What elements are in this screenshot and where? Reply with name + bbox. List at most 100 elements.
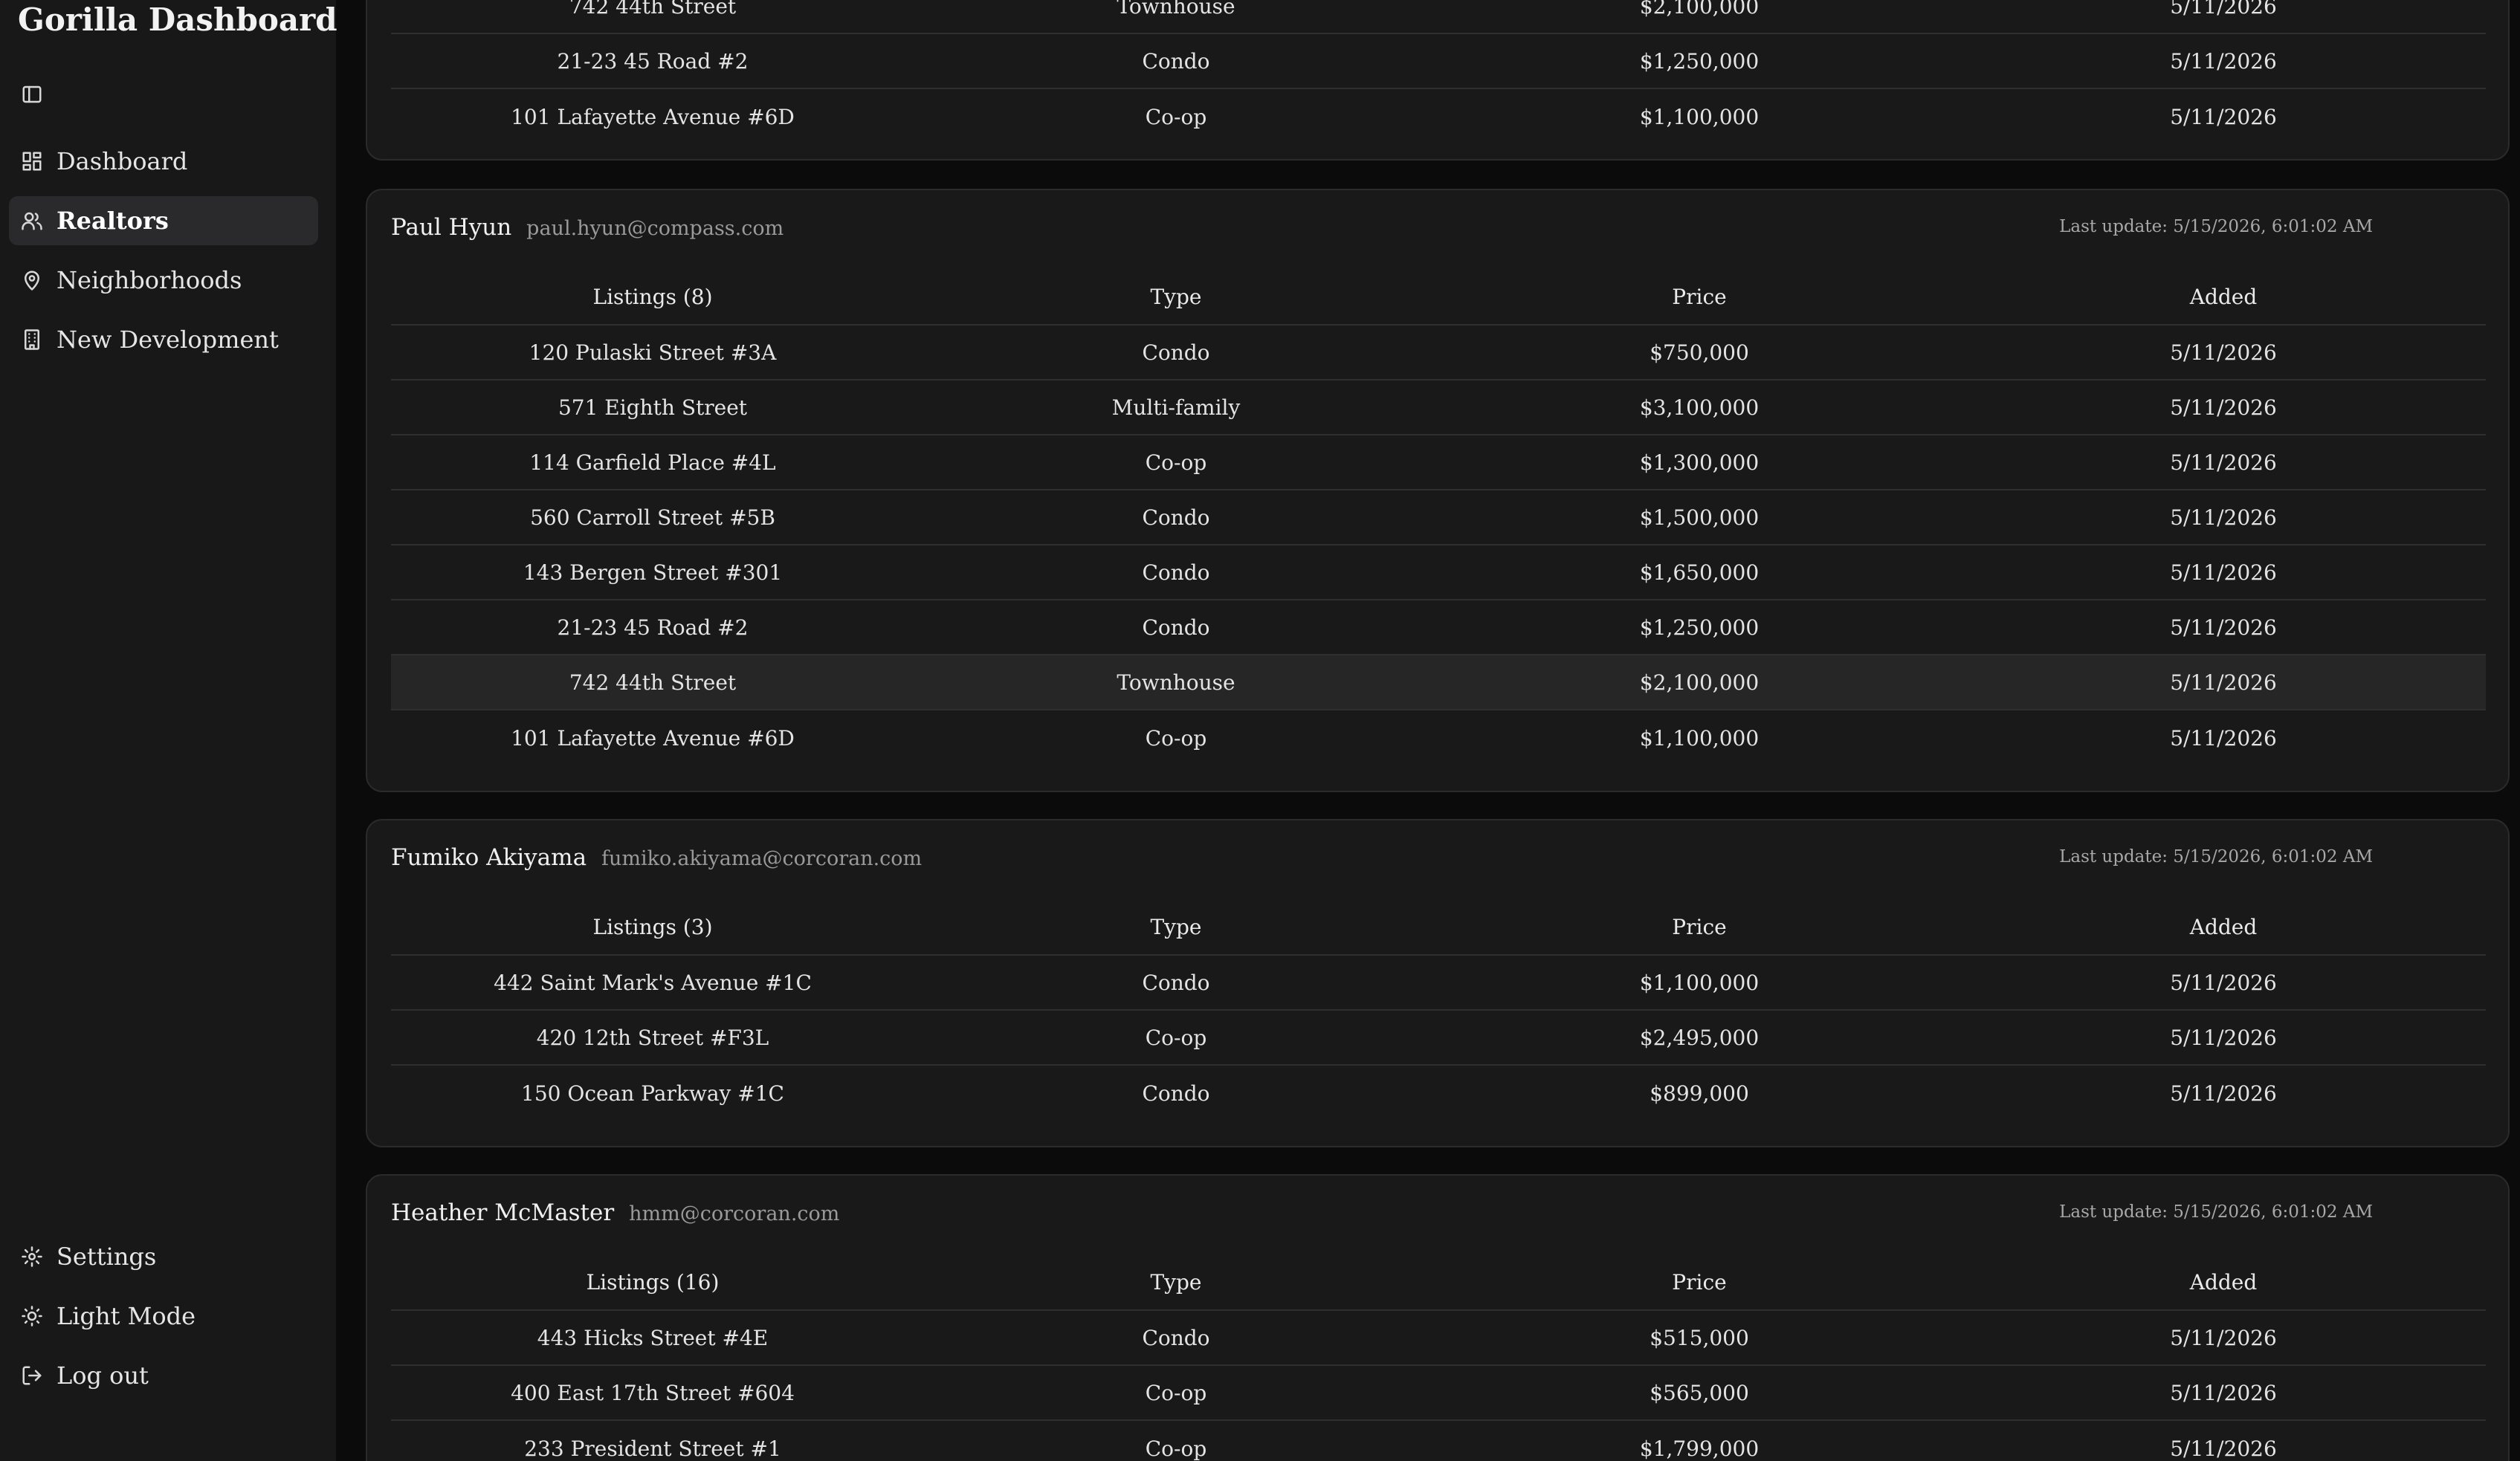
cell-type: Townhouse: [1117, 670, 1235, 695]
cell-address: 120 Pulaski Street #3A: [529, 340, 777, 365]
table-row[interactable]: 101 Lafayette Avenue #6D Co-op $1,100,00…: [391, 710, 2486, 765]
table-row[interactable]: 143 Bergen Street #301 Condo $1,650,000 …: [391, 545, 2486, 600]
table-row[interactable]: 150 Ocean Parkway #1C Condo $899,000 5/1…: [391, 1066, 2486, 1121]
cell-added: 5/11/2026: [2170, 340, 2277, 365]
nav-item-dashboard[interactable]: Dashboard: [9, 137, 318, 186]
users-icon: [19, 208, 45, 233]
cell-type: Co-op: [1145, 450, 1207, 475]
nav-label-light-mode: Light Mode: [56, 1302, 196, 1330]
col-type[interactable]: Type: [914, 1270, 1438, 1295]
map-pin-icon: [19, 268, 45, 293]
col-price[interactable]: Price: [1438, 285, 1961, 309]
sidebar-toggle-icon: [22, 85, 42, 103]
col-type[interactable]: Type: [914, 915, 1438, 939]
logout-icon: [19, 1363, 45, 1388]
nav-label-new-development: New Development: [56, 325, 279, 354]
col-added[interactable]: Added: [1961, 915, 2486, 939]
realtor-email[interactable]: fumiko.akiyama@corcoran.com: [601, 847, 922, 870]
table-row[interactable]: 560 Carroll Street #5B Condo $1,500,000 …: [391, 490, 2486, 545]
app-title: Gorilla Dashboard: [18, 1, 337, 38]
cell-added: 5/11/2026: [2170, 615, 2277, 640]
cell-address: 101 Lafayette Avenue #6D: [511, 104, 795, 129]
col-added[interactable]: Added: [1961, 285, 2486, 309]
col-listings[interactable]: Listings (8): [391, 285, 914, 309]
cell-added: 5/11/2026: [2170, 1436, 2277, 1461]
realtor-card: 742 44th Street Townhouse $2,100,000 5/1…: [366, 0, 2510, 161]
table-row[interactable]: 233 President Street #1 Co-op $1,799,000…: [391, 1421, 2486, 1461]
cell-added: 5/11/2026: [2170, 0, 2277, 19]
last-update: Last update: 5/15/2026, 6:01:02 AM: [2059, 847, 2373, 866]
realtor-card: Heather McMaster hmm@corcoran.com Last up…: [366, 1174, 2510, 1461]
cell-type: Condo: [1142, 615, 1210, 640]
col-type[interactable]: Type: [914, 285, 1438, 309]
cell-address: 150 Ocean Parkway #1C: [521, 1081, 784, 1106]
cell-added: 5/11/2026: [2170, 104, 2277, 129]
cell-added: 5/11/2026: [2170, 505, 2277, 530]
table-row[interactable]: 21-23 45 Road #2 Condo $1,250,000 5/11/2…: [391, 34, 2486, 89]
nav-item-new-development[interactable]: New Development: [9, 315, 318, 364]
cell-address: 560 Carroll Street #5B: [530, 505, 775, 530]
building-icon: [19, 327, 45, 352]
nav-item-settings[interactable]: Settings: [9, 1232, 318, 1281]
cell-price: $1,100,000: [1639, 970, 1760, 995]
col-price[interactable]: Price: [1438, 1270, 1961, 1295]
cell-added: 5/11/2026: [2170, 1380, 2277, 1405]
listings-table: 742 44th Street Townhouse $2,100,000 5/1…: [391, 0, 2486, 144]
cell-price: $1,799,000: [1639, 1436, 1760, 1461]
realtor-email[interactable]: hmm@corcoran.com: [629, 1202, 839, 1225]
listings-table: Listings (3) Type Price Added 442 Saint …: [391, 899, 2486, 1121]
card-header: Fumiko Akiyama fumiko.akiyama@corcoran.co…: [391, 844, 2484, 881]
cell-address: 571 Eighth Street: [558, 395, 748, 420]
nav-label-realtors: Realtors: [56, 207, 169, 235]
cell-address: 420 12th Street #F3L: [536, 1025, 769, 1050]
cell-price: $1,500,000: [1639, 505, 1760, 530]
cell-type: Co-op: [1145, 1025, 1207, 1050]
cell-type: Condo: [1142, 560, 1210, 585]
dashboard-icon: [19, 149, 45, 174]
listings-table: Listings (8) Type Price Added 120 Pulask…: [391, 269, 2486, 765]
cell-price: $750,000: [1650, 340, 1749, 365]
cell-price: $1,250,000: [1639, 615, 1760, 640]
sidebar-toggle-button[interactable]: [19, 82, 45, 107]
table-row[interactable]: 120 Pulaski Street #3A Condo $750,000 5/…: [391, 325, 2486, 380]
table-row[interactable]: 21-23 45 Road #2 Condo $1,250,000 5/11/2…: [391, 600, 2486, 655]
cell-type: Co-op: [1145, 1380, 1207, 1405]
nav-label-log-out: Log out: [56, 1361, 149, 1390]
table-row[interactable]: 442 Saint Mark's Avenue #1C Condo $1,100…: [391, 956, 2486, 1011]
last-update: Last update: 5/15/2026, 6:01:02 AM: [2059, 217, 2373, 236]
table-header: Listings (16) Type Price Added: [391, 1254, 2486, 1311]
cell-price: $2,100,000: [1639, 670, 1760, 695]
col-listings[interactable]: Listings (3): [391, 915, 914, 939]
nav-item-realtors[interactable]: Realtors: [9, 196, 318, 245]
table-row-hovered[interactable]: 742 44th Street Townhouse $2,100,000 5/1…: [391, 655, 2486, 710]
table-row[interactable]: 114 Garfield Place #4L Co-op $1,300,000 …: [391, 435, 2486, 490]
table-row[interactable]: 101 Lafayette Avenue #6D Co-op $1,100,00…: [391, 89, 2486, 144]
col-added[interactable]: Added: [1961, 1270, 2486, 1295]
table-row[interactable]: 742 44th Street Townhouse $2,100,000 5/1…: [391, 0, 2486, 34]
cell-type: Condo: [1142, 48, 1210, 74]
cell-type: Co-op: [1145, 1436, 1207, 1461]
table-row[interactable]: 420 12th Street #F3L Co-op $2,495,000 5/…: [391, 1011, 2486, 1066]
cell-price: $2,495,000: [1639, 1025, 1760, 1050]
realtor-email[interactable]: paul.hyun@compass.com: [526, 217, 784, 240]
cell-address: 21-23 45 Road #2: [557, 615, 749, 640]
cell-type: Condo: [1142, 1081, 1210, 1106]
cell-added: 5/11/2026: [2170, 395, 2277, 420]
gear-icon: [19, 1244, 45, 1269]
nav-item-light-mode[interactable]: Light Mode: [9, 1292, 318, 1341]
nav-item-neighborhoods[interactable]: Neighborhoods: [9, 256, 318, 305]
realtor-name: Paul Hyun: [391, 214, 512, 241]
nav-item-log-out[interactable]: Log out: [9, 1351, 318, 1400]
cell-added: 5/11/2026: [2170, 970, 2277, 995]
table-row[interactable]: 400 East 17th Street #604 Co-op $565,000…: [391, 1366, 2486, 1421]
col-price[interactable]: Price: [1438, 915, 1961, 939]
card-header: Heather McMaster hmm@corcoran.com Last up…: [391, 1199, 2484, 1237]
cell-address: 742 44th Street: [569, 670, 737, 695]
col-listings[interactable]: Listings (16): [391, 1270, 914, 1295]
cell-price: $899,000: [1650, 1081, 1749, 1106]
table-row[interactable]: 443 Hicks Street #4E Condo $515,000 5/11…: [391, 1311, 2486, 1366]
cell-price: $515,000: [1650, 1325, 1749, 1350]
cell-price: $1,300,000: [1639, 450, 1760, 475]
table-row[interactable]: 571 Eighth Street Multi-family $3,100,00…: [391, 380, 2486, 435]
cell-type: Condo: [1142, 505, 1210, 530]
